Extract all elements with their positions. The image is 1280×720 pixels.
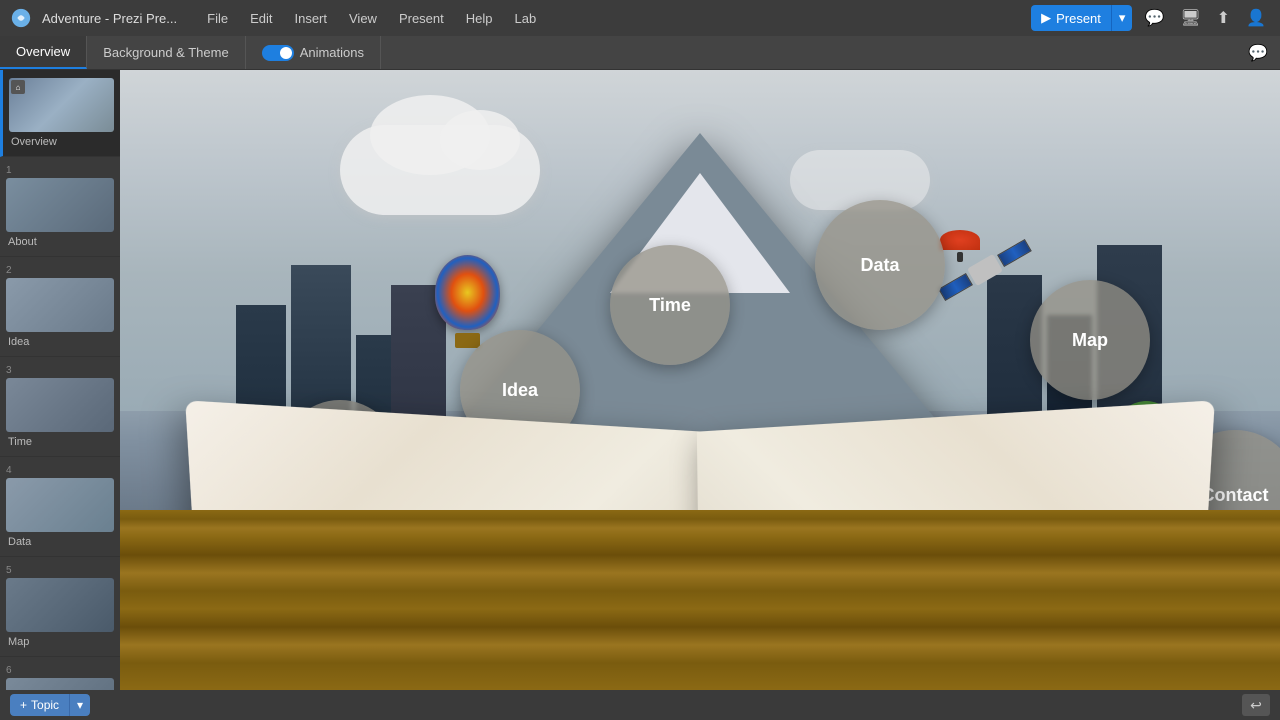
- canvas-area: About Idea Time Data Map Contact Adventu…: [120, 70, 1280, 690]
- slide-num-6: 6: [6, 665, 114, 676]
- menu-present[interactable]: Present: [389, 7, 454, 30]
- menu-bar: File Edit Insert View Present Help Lab: [197, 7, 546, 30]
- menu-insert[interactable]: Insert: [284, 7, 337, 30]
- sidebar-item-idea[interactable]: 2 Idea: [0, 257, 120, 357]
- slide-num-1: 1: [6, 165, 114, 176]
- prezi-canvas[interactable]: About Idea Time Data Map Contact Adventu…: [120, 70, 1280, 690]
- plus-icon: +: [20, 698, 27, 712]
- sidebar-item-contact[interactable]: 6 Contact: [0, 657, 120, 690]
- home-icon: ⌂: [11, 80, 25, 94]
- share-icon-button[interactable]: ⬆: [1213, 4, 1234, 32]
- present-dropdown-arrow[interactable]: ▾: [1112, 5, 1133, 31]
- tab-background-theme[interactable]: Background & Theme: [87, 36, 246, 69]
- animations-label: Animations: [300, 45, 364, 60]
- menu-view[interactable]: View: [339, 7, 387, 30]
- about-label: About: [6, 236, 114, 248]
- add-topic-button[interactable]: + Topic ▾: [10, 694, 90, 716]
- parachute-person: [957, 252, 963, 262]
- menu-help[interactable]: Help: [456, 7, 503, 30]
- time-thumbnail: [6, 378, 114, 432]
- bubble-map[interactable]: Map: [1030, 280, 1150, 400]
- data-thumbnail: [6, 478, 114, 532]
- play-icon: ▶: [1041, 10, 1051, 26]
- add-topic-dropdown[interactable]: ▾: [70, 694, 90, 716]
- map-label: Map: [6, 636, 114, 648]
- sidebar-item-data[interactable]: 4 Data: [0, 457, 120, 557]
- parachute-chute: [940, 230, 980, 250]
- menu-file[interactable]: File: [197, 7, 238, 30]
- tabbar: Overview Background & Theme Animations 💬: [0, 36, 1280, 70]
- slide-num-3: 3: [6, 365, 114, 376]
- present-button[interactable]: ▶ Present ▾: [1031, 5, 1132, 31]
- slide-num-5: 5: [6, 565, 114, 576]
- balloon-body: [435, 255, 500, 330]
- contact-thumbnail: [6, 678, 114, 690]
- add-topic-label: Topic: [31, 698, 59, 712]
- slide-num-4: 4: [6, 465, 114, 476]
- app-logo: [0, 7, 42, 29]
- sidebar-item-time[interactable]: 3 Time: [0, 357, 120, 457]
- app-title: Adventure - Prezi Pre...: [42, 11, 177, 26]
- add-topic-main: + Topic: [10, 694, 70, 716]
- time-label: Time: [6, 436, 114, 448]
- hot-air-balloon: [435, 255, 500, 348]
- slide-num-2: 2: [6, 265, 114, 276]
- idea-thumbnail: [6, 278, 114, 332]
- back-button[interactable]: ↩: [1242, 694, 1270, 716]
- overview-label: Overview: [9, 136, 114, 148]
- right-actions: ▶ Present ▾ 💬 🖥 ⬆ 👤: [1031, 4, 1280, 32]
- balloon-basket: [455, 333, 480, 348]
- back-icon: ↩: [1250, 697, 1262, 714]
- bubble-time[interactable]: Time: [610, 245, 730, 365]
- sidebar-item-overview[interactable]: ⌂ Overview: [0, 70, 120, 157]
- chat-icon-button[interactable]: 💬: [1140, 4, 1168, 32]
- data-label: Data: [6, 536, 114, 548]
- map-thumbnail: [6, 578, 114, 632]
- user-icon-button[interactable]: 👤: [1242, 4, 1270, 32]
- topbar: Adventure - Prezi Pre... File Edit Inser…: [0, 0, 1280, 36]
- screen-icon-button[interactable]: 🖥: [1176, 4, 1204, 32]
- sidebar-item-about[interactable]: 1 About: [0, 157, 120, 257]
- menu-edit[interactable]: Edit: [240, 7, 282, 30]
- main-layout: ⌂ Overview 1 About 2 Idea 3 Time 4 Data: [0, 70, 1280, 690]
- sidebar: ⌂ Overview 1 About 2 Idea 3 Time 4 Data: [0, 70, 120, 690]
- tab-animations[interactable]: Animations: [246, 36, 381, 69]
- overview-thumbnail: ⌂: [9, 78, 114, 132]
- sidebar-item-map[interactable]: 5 Map: [0, 557, 120, 657]
- present-button-main: ▶ Present: [1031, 5, 1112, 31]
- bottombar: + Topic ▾ ↩: [0, 690, 1280, 720]
- wood-table: [120, 510, 1280, 690]
- comment-icon[interactable]: 💬: [1236, 43, 1280, 63]
- animations-toggle[interactable]: [262, 45, 294, 61]
- parachute: [940, 230, 980, 262]
- tab-overview[interactable]: Overview: [0, 36, 87, 69]
- idea-label: Idea: [6, 336, 114, 348]
- menu-lab[interactable]: Lab: [505, 7, 547, 30]
- bubble-data[interactable]: Data: [815, 200, 945, 330]
- about-thumbnail: [6, 178, 114, 232]
